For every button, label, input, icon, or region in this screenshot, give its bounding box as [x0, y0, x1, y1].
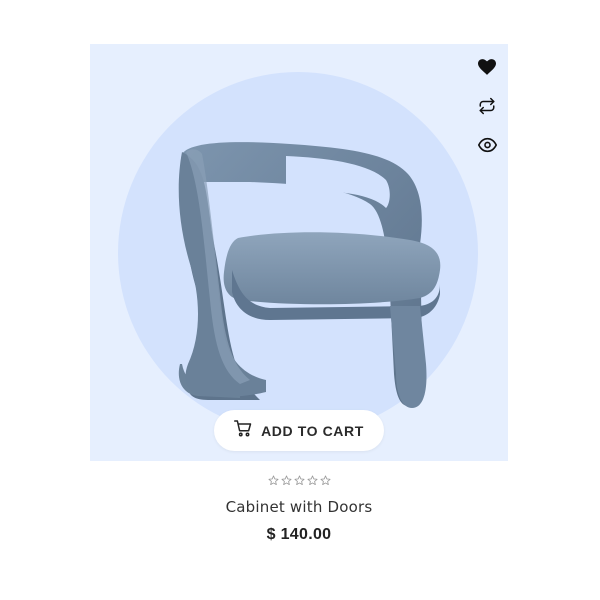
cart-icon	[234, 419, 252, 442]
add-to-cart-button[interactable]: ADD TO CART	[214, 410, 384, 451]
armchair-image[interactable]	[90, 44, 508, 461]
compare-icon[interactable]	[476, 95, 498, 117]
star-empty-icon	[268, 475, 278, 486]
star-rating	[90, 475, 508, 489]
add-to-cart-label: ADD TO CART	[261, 422, 364, 439]
product-price: $ 140.00	[266, 526, 332, 543]
star-empty-icon	[307, 475, 317, 486]
product-title[interactable]: Cabinet with Doors	[90, 498, 508, 516]
product-action-icons	[476, 56, 498, 156]
heart-icon[interactable]	[476, 56, 498, 78]
star-empty-icon	[281, 475, 291, 486]
product-image-area[interactable]: ADD TO CART	[90, 44, 508, 461]
eye-icon[interactable]	[476, 134, 498, 156]
product-info: Cabinet with Doors $ 140.00	[90, 475, 508, 544]
star-empty-icon	[320, 475, 330, 486]
product-card: ADD TO CART Cabinet with Doors $ 140.00	[90, 44, 508, 544]
star-empty-icon	[294, 475, 304, 486]
